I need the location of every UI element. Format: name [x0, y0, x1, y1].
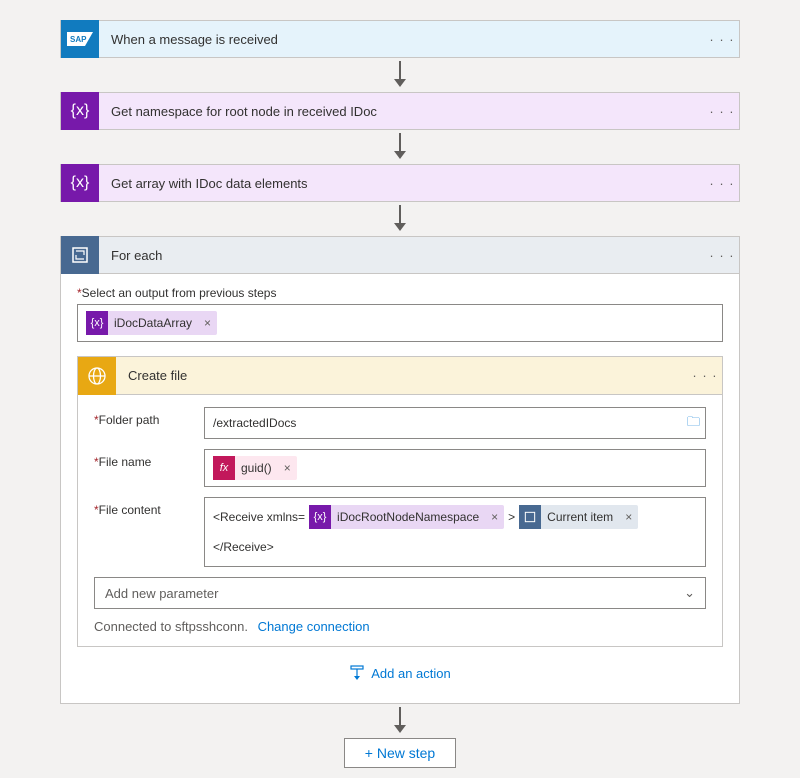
- array-title: Get array with IDoc data elements: [99, 176, 705, 191]
- select-output-label: *Select an output from previous steps: [77, 286, 723, 300]
- trigger-step[interactable]: SAP When a message is received · · ·: [60, 20, 740, 58]
- namespace-title: Get namespace for root node in received …: [99, 104, 705, 119]
- folder-path-input[interactable]: /extractedIDocs: [204, 407, 706, 439]
- sap-icon: SAP: [61, 20, 99, 58]
- variable-icon: {x}: [61, 164, 99, 202]
- trigger-menu[interactable]: · · ·: [705, 32, 739, 47]
- idoc-array-token[interactable]: {x} iDocDataArray ×: [86, 311, 217, 335]
- guid-token[interactable]: fx guid() ×: [213, 456, 297, 480]
- namespace-step[interactable]: {x} Get namespace for root node in recei…: [60, 92, 740, 130]
- loop-icon: [519, 505, 541, 529]
- variable-icon: {x}: [309, 505, 331, 529]
- add-action-button[interactable]: Add an action: [77, 665, 723, 681]
- foreach-input[interactable]: {x} iDocDataArray ×: [77, 304, 723, 342]
- file-name-label: *File name: [94, 449, 204, 469]
- array-step[interactable]: {x} Get array with IDoc data elements · …: [60, 164, 740, 202]
- remove-token[interactable]: ×: [485, 510, 504, 524]
- current-item-token[interactable]: Current item ×: [519, 505, 638, 529]
- folder-path-label: *Folder path: [94, 407, 204, 427]
- foreach-menu[interactable]: · · ·: [705, 248, 739, 263]
- trigger-title: When a message is received: [99, 32, 705, 47]
- new-step-button[interactable]: + New step: [344, 738, 456, 768]
- foreach-title: For each: [99, 248, 705, 263]
- arrow-icon: [60, 61, 740, 89]
- arrow-icon: [60, 133, 740, 161]
- create-file-title: Create file: [116, 368, 688, 383]
- remove-token[interactable]: ×: [278, 461, 297, 475]
- remove-token[interactable]: ×: [198, 316, 217, 330]
- add-parameter-select[interactable]: Add new parameter ⌄: [94, 577, 706, 609]
- array-menu[interactable]: · · ·: [705, 176, 739, 191]
- connection-info: Connected to sftpsshconn. Change connect…: [94, 619, 706, 634]
- arrow-icon: [60, 205, 740, 233]
- arrow-icon: [60, 707, 740, 735]
- create-file-menu[interactable]: · · ·: [688, 368, 722, 383]
- variable-icon: {x}: [61, 92, 99, 130]
- remove-token[interactable]: ×: [619, 510, 638, 524]
- loop-icon: [61, 236, 99, 274]
- namespace-menu[interactable]: · · ·: [705, 104, 739, 119]
- foreach-body: *Select an output from previous steps {x…: [60, 274, 740, 704]
- file-name-input[interactable]: fx guid() ×: [204, 449, 706, 487]
- namespace-token[interactable]: {x} iDocRootNodeNamespace ×: [309, 505, 504, 529]
- folder-browse-icon[interactable]: 🗀: [687, 413, 700, 435]
- variable-icon: {x}: [86, 311, 108, 335]
- create-file-header[interactable]: Create file · · ·: [78, 357, 722, 395]
- fx-icon: fx: [213, 456, 235, 480]
- chevron-down-icon: ⌄: [684, 585, 695, 601]
- svg-text:SAP: SAP: [70, 35, 87, 44]
- file-content-input[interactable]: <Receive xmlns= {x} iDocRootNodeNamespac…: [204, 497, 706, 567]
- file-content-label: *File content: [94, 497, 204, 517]
- foreach-header[interactable]: For each · · ·: [60, 236, 740, 274]
- sftp-icon: [78, 357, 116, 395]
- change-connection-link[interactable]: Change connection: [258, 619, 370, 634]
- create-file-card: Create file · · · *Folder path /extracte…: [77, 356, 723, 647]
